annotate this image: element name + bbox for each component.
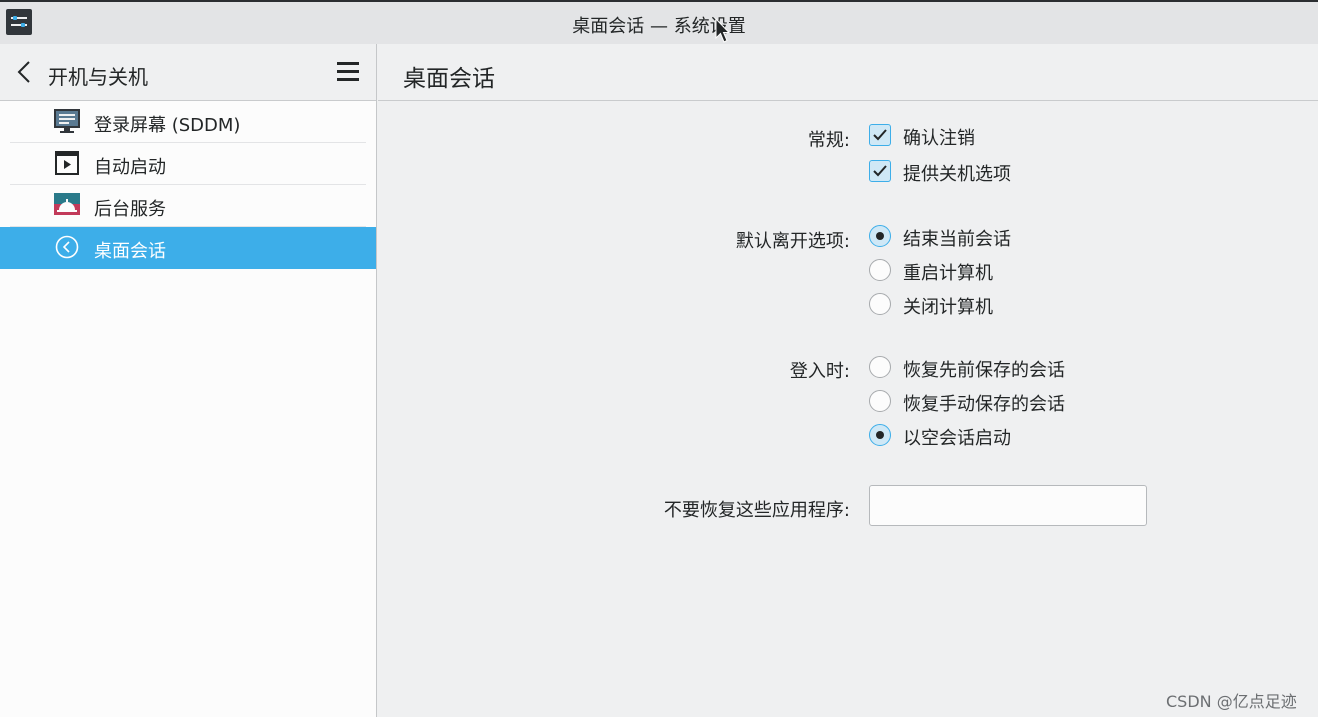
page-title: 桌面会话 [403,66,495,92]
checkbox-checked[interactable] [869,124,891,146]
sidebar-nav: 登录屏幕 (SDDM) 自动启动 后台服务 桌面会话 [0,101,376,269]
sidebar-header: 开机与关机 [0,44,376,101]
radio-button[interactable] [869,259,891,281]
sidebar: 开机与关机 登录屏幕 (SDDM) 自动启动 后台服务 桌面会话 [0,44,377,717]
checkbox-label: 提供关机选项 [903,164,1011,185]
sidebar-item-label: 自动启动 [94,157,166,178]
service-bell-icon [54,193,80,215]
radio-button[interactable] [869,293,891,315]
sidebar-item-label: 后台服务 [94,199,166,220]
window-title: 桌面会话 — 系统设置 [572,16,746,37]
hamburger-menu-icon[interactable] [337,62,359,82]
exclude-apps-label: 不要恢复这些应用程序: [663,500,850,521]
radio-label: 结束当前会话 [903,229,1011,250]
monitor-icon [54,109,80,133]
radio-label: 重启计算机 [903,263,993,284]
radio-button-checked[interactable] [869,225,891,247]
play-window-icon [55,151,79,175]
mouse-cursor-icon [715,17,731,43]
sidebar-item-login-screen[interactable]: 登录屏幕 (SDDM) [10,101,366,143]
radio-label: 恢复手动保存的会话 [903,394,1065,415]
radio-label: 以空会话启动 [903,428,1011,449]
radio-button[interactable] [869,356,891,378]
radio-label: 恢复先前保存的会话 [903,360,1065,381]
sidebar-item-label: 桌面会话 [94,241,166,262]
window-titlebar[interactable]: 桌面会话 — 系统设置 [0,0,1318,44]
radio-button-checked[interactable] [869,424,891,446]
page-header: 桌面会话 [378,44,1318,101]
sidebar-item-label: 登录屏幕 (SDDM) [94,115,241,136]
checkbox-checked[interactable] [869,160,891,182]
sidebar-item-background-services[interactable]: 后台服务 [10,185,366,227]
sidebar-title: 开机与关机 [48,65,148,89]
sidebar-item-autostart[interactable]: 自动启动 [10,143,366,185]
general-label: 常规: [807,130,850,151]
default-leave-label: 默认离开选项: [735,231,850,252]
circle-chevron-left-icon [55,235,79,259]
watermark: CSDN @亿点足迹 [1166,692,1297,711]
settings-page: 桌面会话 常规: 确认注销 提供关机选项 默认离开选项: 结束当前会话 重启计算… [378,44,1318,717]
checkbox-label: 确认注销 [903,128,975,149]
sidebar-item-desktop-session[interactable]: 桌面会话 [0,227,376,269]
exclude-apps-input[interactable] [869,485,1147,526]
radio-button[interactable] [869,390,891,412]
chevron-left-icon[interactable] [14,59,36,85]
radio-label: 关闭计算机 [903,297,993,318]
on-login-label: 登入时: [789,361,850,382]
